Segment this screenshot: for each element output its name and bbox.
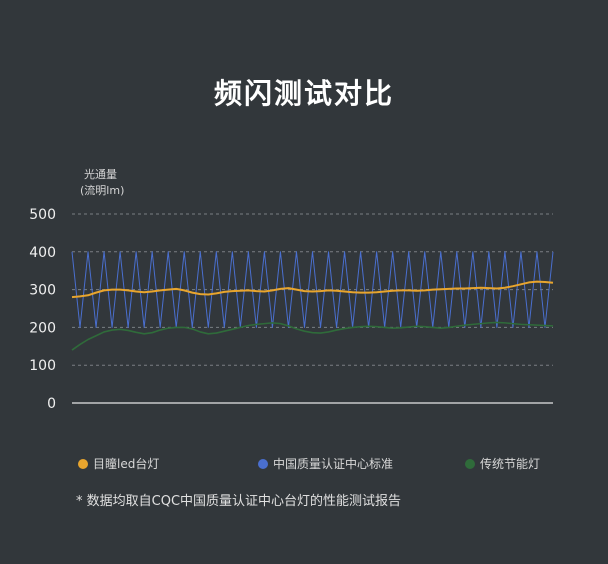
legend-item-cfl: 传统节能灯 [465, 455, 540, 472]
y-tick-label: 100 [29, 358, 56, 374]
y-tick-label: 500 [29, 207, 56, 223]
y-tick-label: 300 [29, 283, 56, 299]
legend-dot-icon [465, 458, 475, 469]
legend-dot-icon [78, 458, 88, 469]
y-tick-label: 200 [29, 320, 56, 336]
footnote: * 数据均取自CQC中国质量认证中心台灯的性能测试报告 [76, 494, 402, 509]
legend-label: 中国质量认证中心标准 [273, 457, 394, 471]
legend-item-mutong: 目瞳led台灯 [78, 455, 159, 472]
legend-label: 传统节能灯 [480, 457, 541, 471]
legend-label: 目瞳led台灯 [93, 457, 160, 471]
y-tick-label: 400 [29, 245, 56, 261]
legend-dot-icon [258, 458, 268, 469]
line-chart: 0 100 200 300 400 500 [29, 207, 554, 412]
y-tick-label: 0 [47, 396, 56, 412]
legend-item-cqc-standard: 中国质量认证中心标准 [258, 455, 393, 472]
